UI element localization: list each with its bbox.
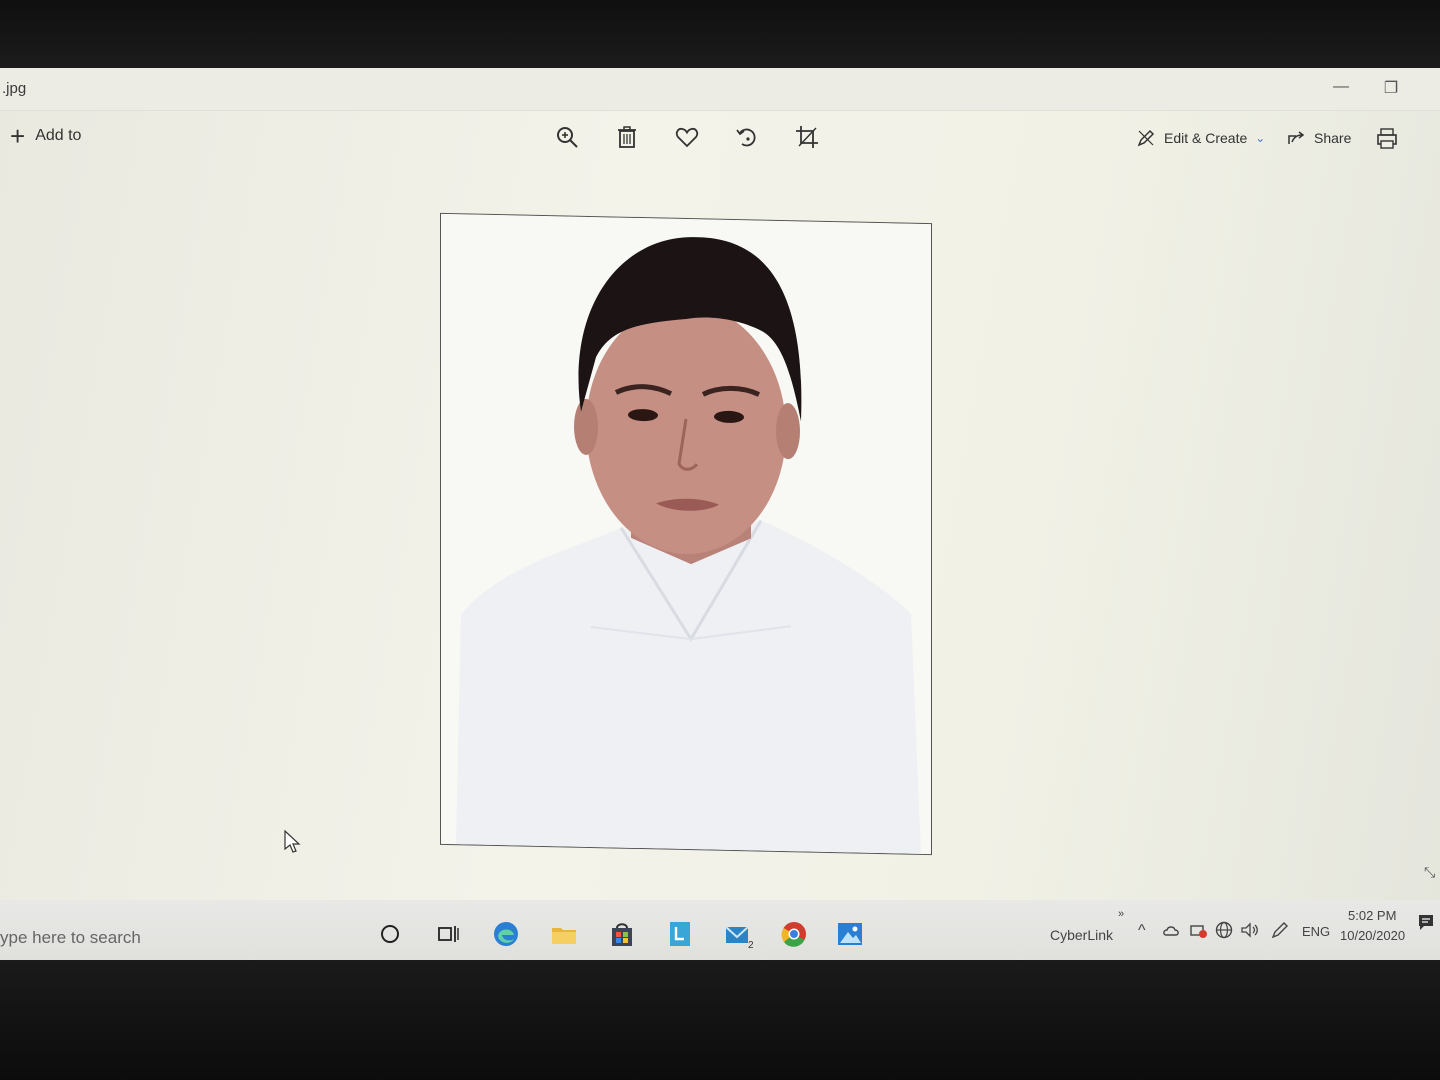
language-indicator[interactable]: ENG <box>1302 924 1330 939</box>
add-to-button[interactable]: + Add to <box>10 121 82 151</box>
photos-app-screen: .jpg — ❐ + Add to Edit & Create ⌄ Share … <box>0 68 1440 968</box>
toolbar: + Add to Edit & Create ⌄ Share <box>0 110 1440 166</box>
taskbar: ype here to search 2 CyberLink » ^ ENG 5… <box>0 900 1440 968</box>
share-button[interactable]: Share <box>1286 128 1351 148</box>
edit-create-button[interactable]: Edit & Create ⌄ <box>1136 128 1265 148</box>
tray-overflow-icon[interactable]: » <box>1118 908 1124 920</box>
edit-create-icon <box>1137 129 1155 147</box>
restore-button[interactable]: ❐ <box>1376 78 1406 98</box>
onedrive-icon[interactable] <box>1162 920 1182 940</box>
task-view-icon[interactable] <box>432 918 464 950</box>
network-globe-icon[interactable] <box>1214 920 1234 940</box>
rotate-icon[interactable] <box>734 124 764 154</box>
mail-badge-count: 2 <box>748 940 754 950</box>
notification-icon[interactable] <box>1416 912 1436 932</box>
print-icon[interactable] <box>1374 126 1404 156</box>
store-icon[interactable] <box>606 918 638 950</box>
crop-icon[interactable] <box>794 124 824 154</box>
downloads-app-icon[interactable] <box>664 918 696 950</box>
pen-icon[interactable] <box>1270 920 1290 940</box>
window-title: .jpg <box>2 80 27 97</box>
photos-app-icon[interactable] <box>834 918 866 950</box>
edge-browser-icon[interactable] <box>490 918 522 950</box>
file-explorer-icon[interactable] <box>548 918 580 950</box>
share-icon <box>1288 131 1305 144</box>
add-to-label: Add to <box>35 127 82 144</box>
clock-date[interactable]: 10/20/2020 <box>1340 928 1405 943</box>
clock-time[interactable]: 5:02 PM <box>1348 908 1396 923</box>
tray-cyberlink-label[interactable]: CyberLink <box>1050 927 1113 943</box>
title-bar: .jpg — ❐ <box>0 68 1440 111</box>
share-label: Share <box>1314 130 1352 146</box>
heart-icon[interactable] <box>674 124 704 154</box>
minimize-button[interactable]: — <box>1326 78 1356 96</box>
cortana-icon[interactable] <box>374 918 406 950</box>
monitor-bezel-top <box>0 0 1440 70</box>
resize-icon[interactable]: ⤡ <box>1424 864 1435 881</box>
chevron-up-icon[interactable]: ^ <box>1138 922 1146 940</box>
taskbar-search-input[interactable]: ype here to search <box>0 928 141 948</box>
trash-icon[interactable] <box>614 124 644 154</box>
volume-icon[interactable] <box>1240 920 1260 940</box>
portrait-photo <box>441 213 931 855</box>
chevron-down-icon: ⌄ <box>1255 131 1266 145</box>
plus-icon: + <box>10 121 26 151</box>
edit-create-label: Edit & Create <box>1164 130 1248 146</box>
displayed-photo <box>440 212 932 856</box>
mail-icon[interactable]: 2 <box>722 918 754 951</box>
security-icon[interactable] <box>1188 920 1208 940</box>
monitor-bezel-bottom <box>0 960 1440 1080</box>
mouse-cursor-icon <box>284 830 301 853</box>
chrome-icon[interactable] <box>778 918 810 950</box>
zoom-icon[interactable] <box>554 124 584 154</box>
